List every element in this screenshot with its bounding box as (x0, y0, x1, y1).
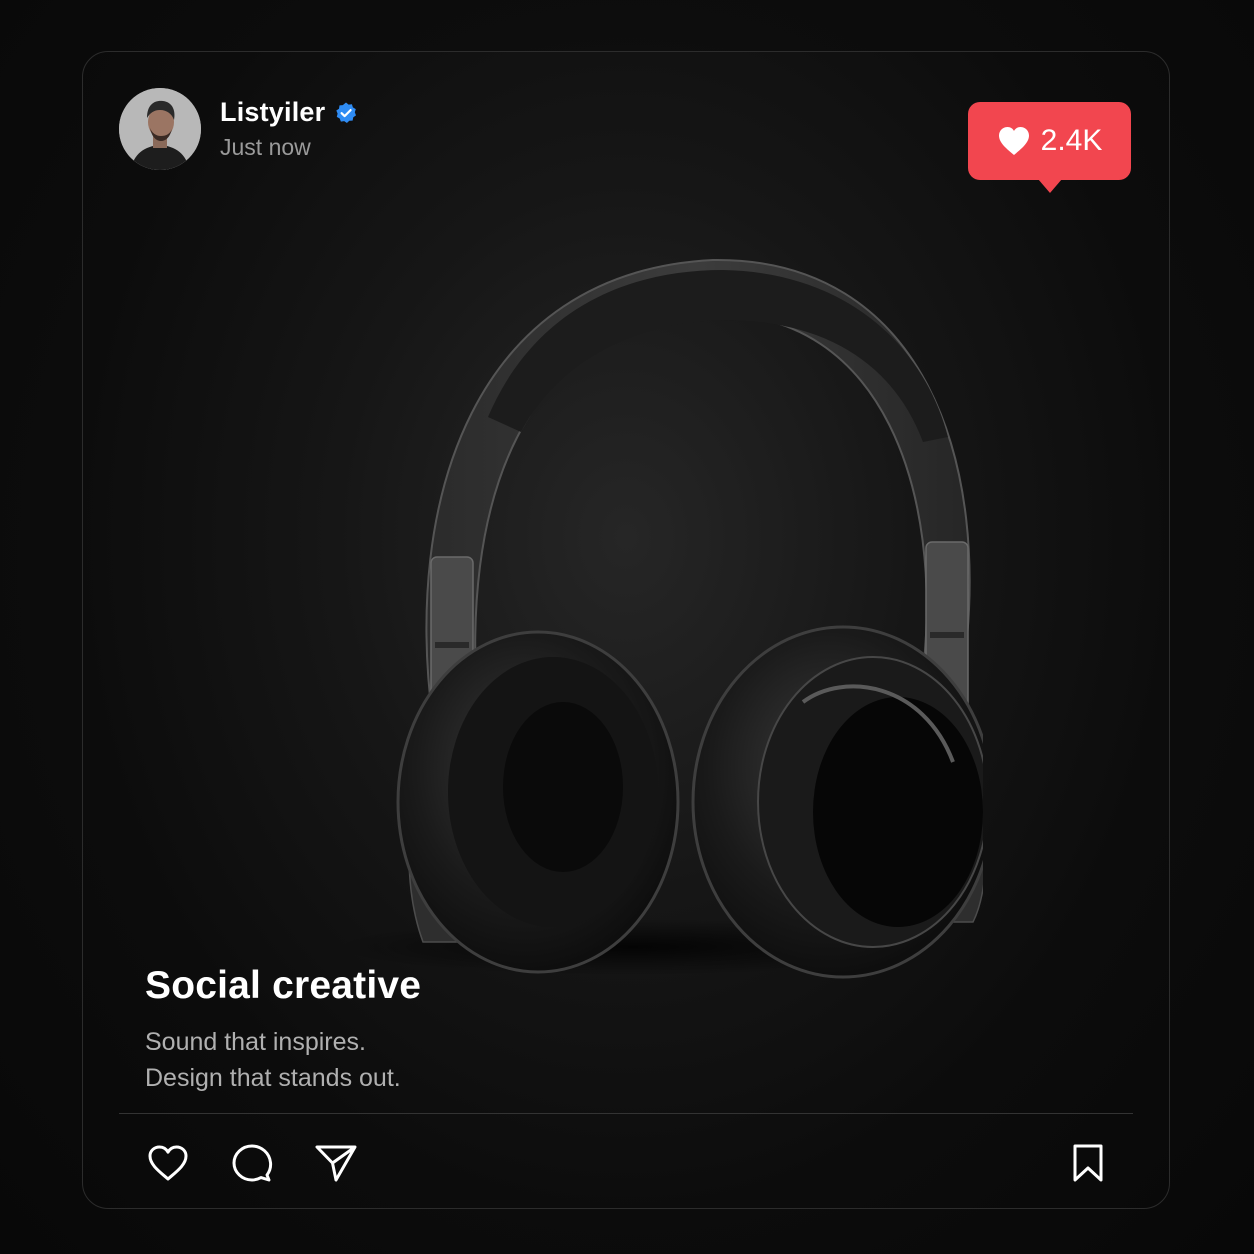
page-background: Listyiler Just now 2.4K Social creative … (0, 0, 1254, 1254)
share-button[interactable] (313, 1140, 359, 1186)
comment-button[interactable] (229, 1140, 275, 1186)
post-header: Listyiler Just now (119, 88, 358, 170)
likes-count: 2.4K (1040, 124, 1103, 157)
name-row: Listyiler (220, 97, 358, 128)
comment-bubble-icon (232, 1144, 273, 1182)
social-post-card: Listyiler Just now 2.4K Social creative … (82, 51, 1170, 1209)
avatar[interactable] (119, 88, 201, 170)
verified-check-icon (336, 102, 357, 123)
user-info: Listyiler Just now (220, 97, 358, 161)
avatar-portrait (119, 88, 201, 170)
post-actions (145, 1140, 397, 1186)
likes-notification-badge: 2.4K (968, 102, 1131, 193)
divider (119, 1113, 1133, 1114)
heart-outline-icon (148, 1145, 188, 1181)
caption-line: Sound that inspires. (145, 1028, 366, 1056)
bookmark-icon (1073, 1144, 1103, 1182)
like-button[interactable] (145, 1140, 191, 1186)
headphones-product-image (333, 258, 983, 979)
post-caption: Social creative Sound that inspires. Des… (145, 964, 421, 1096)
post-timestamp: Just now (220, 134, 311, 160)
heart-filled-icon (998, 127, 1029, 155)
caption-line: Design that stands out. (145, 1064, 401, 1092)
paper-plane-icon (315, 1145, 357, 1182)
username[interactable]: Listyiler (220, 97, 325, 128)
save-button[interactable] (1065, 1140, 1111, 1186)
caption-title: Social creative (145, 964, 422, 1007)
caption-body: Sound that inspires. Design that stands … (145, 1024, 421, 1096)
